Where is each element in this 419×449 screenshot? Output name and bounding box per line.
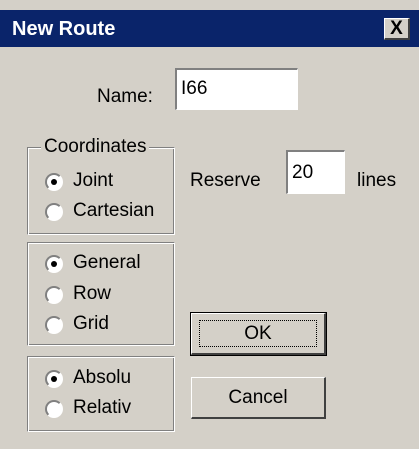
grid-radio[interactable] — [45, 316, 63, 334]
window-title: New Route — [12, 18, 116, 40]
ok-button[interactable]: OK — [190, 312, 327, 356]
title-bar[interactable]: New Route X — [0, 10, 419, 47]
grid-label: Grid — [73, 313, 109, 334]
row-label: Row — [73, 283, 112, 304]
relative-radio[interactable] — [45, 400, 63, 418]
general-radio[interactable] — [45, 255, 63, 273]
absolute-label: Absolu — [73, 367, 132, 388]
coordinates-joint-label: Joint — [73, 170, 114, 191]
reserve-unit-label: lines — [357, 170, 397, 191]
radio-selected-dot — [51, 179, 57, 185]
relative-label: Relativ — [73, 397, 132, 418]
absolute-radio[interactable] — [45, 370, 63, 388]
name-label: Name: — [97, 86, 153, 107]
reserve-label: Reserve — [190, 170, 261, 191]
name-field[interactable] — [175, 68, 298, 110]
cancel-label: Cancel — [228, 387, 288, 408]
radio-selected-dot — [51, 376, 57, 382]
cancel-button[interactable]: Cancel — [191, 377, 326, 419]
row-radio[interactable] — [45, 286, 63, 304]
close-button[interactable]: X — [384, 18, 410, 40]
coordinates-cartesian-radio[interactable] — [45, 203, 63, 221]
coordinates-legend: Coordinates — [41, 136, 150, 158]
close-icon: X — [390, 18, 403, 39]
general-label: General — [73, 252, 141, 273]
coordinates-joint-radio[interactable] — [45, 173, 63, 191]
radio-selected-dot — [51, 261, 57, 267]
focus-rectangle — [199, 320, 317, 347]
coordinates-cartesian-label: Cartesian — [73, 200, 155, 221]
reserve-lines-field[interactable] — [286, 150, 345, 194]
